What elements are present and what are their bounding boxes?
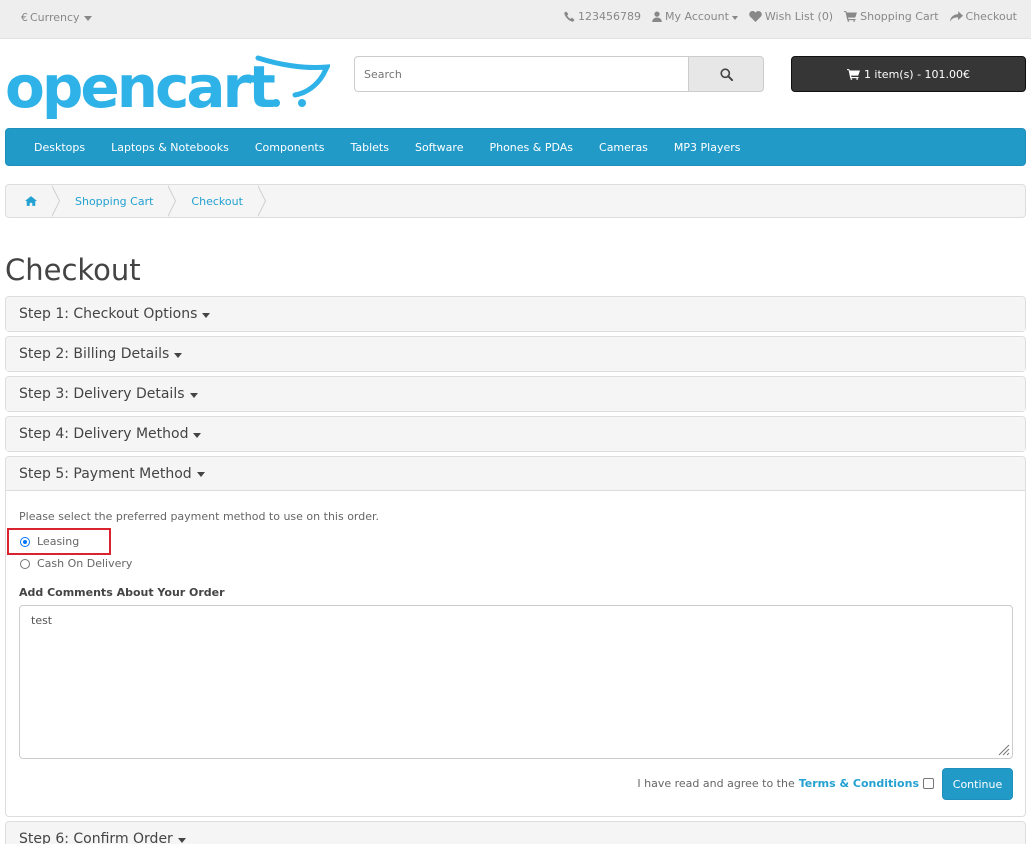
panel-step-2: Step 2: Billing Details xyxy=(5,336,1026,372)
step-6-title: Step 6: Confirm Order xyxy=(19,831,173,844)
phone-number: 123456789 xyxy=(577,10,641,23)
comments-textarea[interactable]: test xyxy=(19,605,1013,759)
cart-summary: 1 item(s) - 101.00€ xyxy=(863,67,971,81)
search-input[interactable] xyxy=(354,56,688,92)
checkout-link[interactable]: Checkout xyxy=(949,10,1017,23)
terms-agreement: I have read and agree to the Terms & Con… xyxy=(637,777,934,790)
payment-option-cod[interactable]: Cash On Delivery xyxy=(20,557,132,570)
leasing-radio[interactable] xyxy=(20,536,30,547)
currency-symbol: € xyxy=(21,11,28,24)
breadcrumb-shopping-cart[interactable]: Shopping Cart xyxy=(52,185,177,217)
shopping-cart-label: Shopping Cart xyxy=(860,10,939,23)
user-icon xyxy=(652,11,662,22)
heart-icon xyxy=(749,11,762,22)
phone-link[interactable]: 123456789 xyxy=(564,10,641,23)
shopping-cart-link[interactable]: Shopping Cart xyxy=(844,10,939,23)
panel-step-4: Step 4: Delivery Method xyxy=(5,416,1026,452)
caret-down-icon xyxy=(189,392,198,398)
search-button[interactable] xyxy=(688,56,764,92)
step-5-heading[interactable]: Step 5: Payment Method xyxy=(6,457,1025,491)
caret-down-icon xyxy=(202,312,211,318)
agree-text: I have read and agree to the xyxy=(637,777,795,790)
checkout-label: Checkout xyxy=(965,10,1017,23)
wish-list-label: Wish List (0) xyxy=(764,10,834,23)
caret-down-icon xyxy=(83,16,92,21)
comments-label: Add Comments About Your Order xyxy=(19,586,225,599)
page-title: Checkout xyxy=(5,253,141,287)
menu-item-mp3-players[interactable]: MP3 Players xyxy=(661,141,754,154)
breadcrumb-checkout[interactable]: Checkout xyxy=(168,185,267,217)
my-account-dropdown[interactable]: My Account xyxy=(652,10,738,23)
home-icon xyxy=(25,196,37,206)
agree-checkbox[interactable] xyxy=(923,778,934,789)
logo-text: opencart xyxy=(5,55,275,121)
payment-option-leasing[interactable]: Leasing xyxy=(20,535,79,548)
step-6-heading[interactable]: Step 6: Confirm Order xyxy=(6,822,1025,844)
menu-item-software[interactable]: Software xyxy=(402,141,477,154)
cart-button[interactable]: 1 item(s) - 101.00€ xyxy=(791,56,1026,92)
panel-step-3: Step 3: Delivery Details xyxy=(5,376,1026,412)
menu-item-laptops-notebooks[interactable]: Laptops & Notebooks xyxy=(98,141,242,154)
continue-button[interactable]: Continue xyxy=(942,768,1013,800)
phone-icon xyxy=(564,11,575,22)
caret-down-icon xyxy=(177,837,186,843)
shopping-cart-icon xyxy=(844,11,858,22)
share-icon xyxy=(949,11,963,22)
terms-link[interactable]: Terms & Conditions xyxy=(799,777,919,790)
menu-item-desktops[interactable]: Desktops xyxy=(21,141,98,154)
leasing-label: Leasing xyxy=(37,535,80,548)
caret-down-icon xyxy=(196,472,205,477)
step-5-title: Step 5: Payment Method xyxy=(19,465,192,482)
payment-instruction: Please select the preferred payment meth… xyxy=(19,510,380,523)
cod-label: Cash On Delivery xyxy=(37,557,133,570)
step-1-title: Step 1: Checkout Options xyxy=(19,306,198,322)
shopping-cart-icon xyxy=(846,68,860,80)
menu-item-phones-pdas[interactable]: Phones & PDAs xyxy=(476,141,586,154)
panel-step-1: Step 1: Checkout Options xyxy=(5,296,1026,332)
breadcrumb-home[interactable] xyxy=(6,185,60,217)
search-icon xyxy=(719,67,733,81)
step-1-heading[interactable]: Step 1: Checkout Options xyxy=(6,297,1025,331)
step-2-title: Step 2: Billing Details xyxy=(19,346,170,362)
menu-item-cameras[interactable]: Cameras xyxy=(586,141,661,154)
step-3-title: Step 3: Delivery Details xyxy=(19,386,185,402)
caret-down-icon xyxy=(731,15,738,20)
step-4-heading[interactable]: Step 4: Delivery Method xyxy=(6,417,1025,451)
main-menu: Desktops Laptops & Notebooks Components … xyxy=(5,128,1026,166)
panel-step-6: Step 6: Confirm Order xyxy=(5,821,1026,844)
step-2-heading[interactable]: Step 2: Billing Details xyxy=(6,337,1025,371)
step-4-title: Step 4: Delivery Method xyxy=(19,426,189,442)
menu-item-components[interactable]: Components xyxy=(242,141,338,154)
breadcrumb: Shopping Cart Checkout xyxy=(5,184,1026,218)
resize-grip-icon[interactable] xyxy=(998,744,1010,756)
my-account-label: My Account xyxy=(664,10,729,23)
opencart-logo[interactable]: opencart xyxy=(5,53,332,121)
search-group xyxy=(354,56,764,92)
currency-label: Currency xyxy=(30,11,80,24)
caret-down-icon xyxy=(174,352,183,358)
wish-list-link[interactable]: Wish List (0) xyxy=(749,10,833,23)
cod-radio[interactable] xyxy=(20,558,30,569)
top-bar: € Currency 123456789 My Account Wish Lis… xyxy=(0,0,1031,39)
step-3-heading[interactable]: Step 3: Delivery Details xyxy=(6,377,1025,411)
currency-dropdown[interactable]: € Currency xyxy=(21,11,92,24)
menu-item-tablets[interactable]: Tablets xyxy=(337,141,402,154)
caret-down-icon xyxy=(193,432,202,438)
